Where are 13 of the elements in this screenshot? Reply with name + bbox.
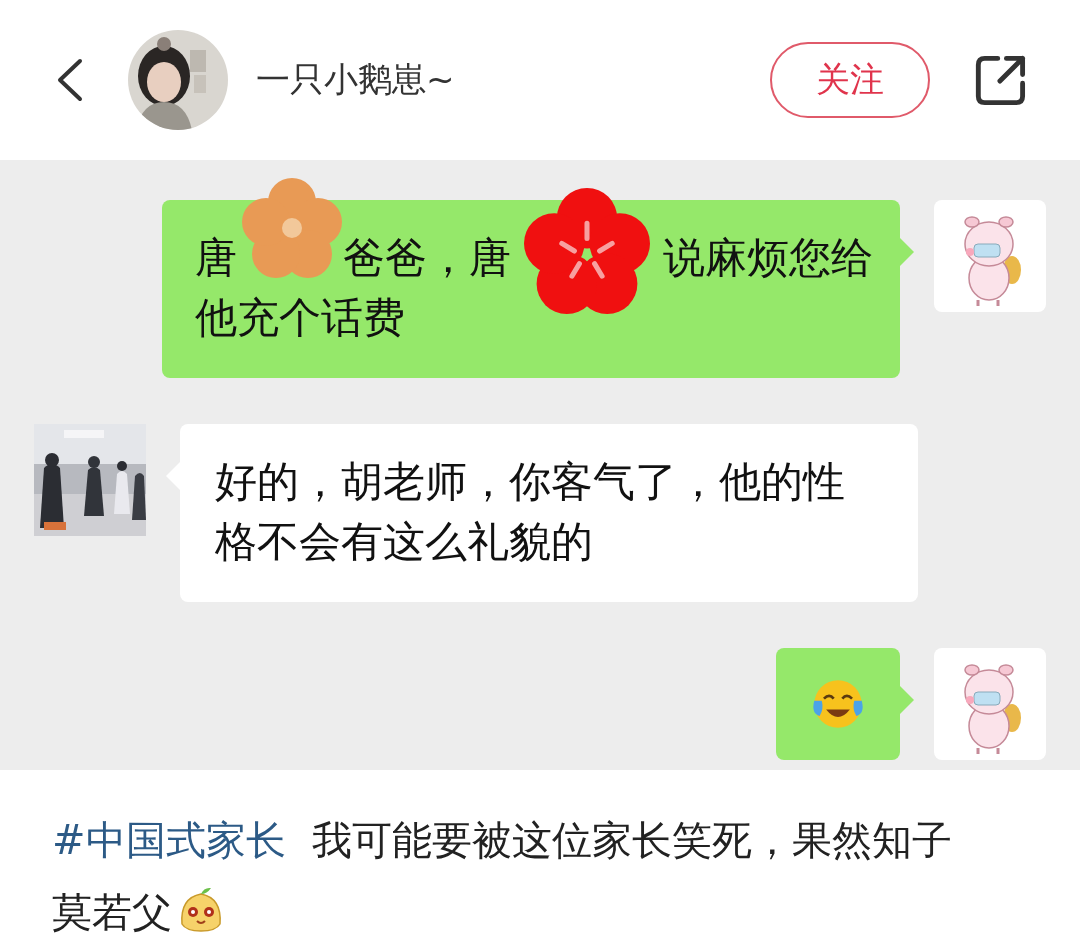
- message-text: 好的，胡老师，你客气了，他的性格不会有这么礼貌的: [215, 456, 846, 568]
- flower-sticker-icon: [524, 188, 650, 314]
- user-name: 一只小鹅崽~: [256, 58, 456, 101]
- caption-text: #中国式家长 我可能要被这位家长笑死，果然知子莫若父: [51, 816, 953, 937]
- crying-laugh-icon: [811, 677, 865, 731]
- hashtag-link[interactable]: #中国式家长: [52, 817, 286, 863]
- flower-sticker-icon: [242, 178, 342, 278]
- share-icon[interactable]: [974, 53, 1028, 107]
- message-text: 他充个话费: [195, 292, 405, 344]
- follow-button[interactable]: 关注: [770, 42, 930, 118]
- message-text: 说麻烦您给: [663, 232, 873, 284]
- message-text: 爸爸，唐: [343, 232, 511, 284]
- message-text: 唐: [195, 232, 237, 284]
